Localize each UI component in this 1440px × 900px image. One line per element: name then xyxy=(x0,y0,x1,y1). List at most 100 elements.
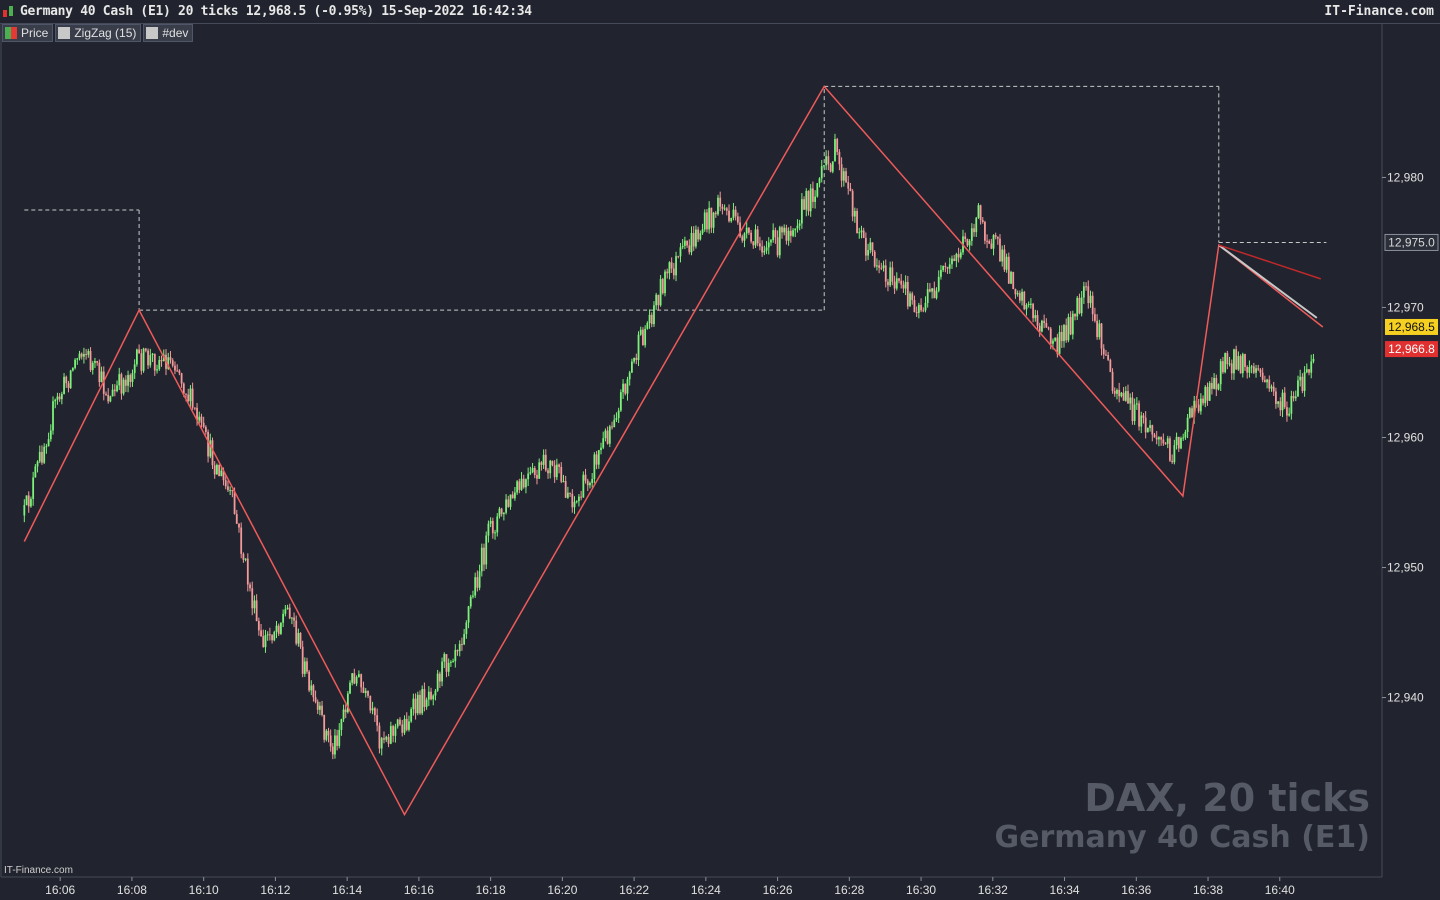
price-bar-body xyxy=(937,276,940,291)
price-bar-body xyxy=(246,558,249,585)
price-bar-body xyxy=(275,625,278,632)
price-swatch-icon xyxy=(5,27,17,39)
price-bar-body xyxy=(74,359,76,368)
price-bar-body xyxy=(362,687,365,694)
price-bar-body xyxy=(438,673,441,682)
price-bar-body xyxy=(1142,415,1145,418)
price-bar-body xyxy=(122,379,125,394)
price-bar-body xyxy=(1248,367,1251,373)
price-bar-body xyxy=(89,350,92,371)
price-bar-body xyxy=(593,454,596,480)
price-bar-body xyxy=(1224,353,1227,373)
price-bar-body xyxy=(551,460,554,466)
price-bar-body xyxy=(1029,303,1032,305)
price-bar-body xyxy=(948,264,951,269)
price-bar-body xyxy=(500,508,503,515)
price-bar-body xyxy=(69,370,72,388)
price-bar-body xyxy=(129,375,132,382)
x-tick-label: 16:10 xyxy=(189,883,219,897)
price-bar-body xyxy=(1290,396,1293,414)
price-bar-body xyxy=(763,250,766,253)
price-bar-body xyxy=(376,715,379,726)
price-bar-body xyxy=(981,220,984,222)
price-bar-body xyxy=(1175,436,1178,446)
price-bar-body xyxy=(1007,256,1010,284)
price-bar-body xyxy=(408,721,410,730)
price-bar-body xyxy=(151,353,154,356)
brand-label[interactable]: IT-Finance.com xyxy=(1324,4,1434,19)
price-bar-body xyxy=(34,466,37,478)
price-bar-body xyxy=(1303,372,1306,391)
price-bar-body xyxy=(1074,313,1076,317)
price-bar-body xyxy=(1058,331,1061,355)
price-bar-body xyxy=(1096,320,1099,338)
legend-item-price[interactable]: Price xyxy=(2,24,54,42)
price-bar-body xyxy=(580,496,583,498)
price-bar-body xyxy=(951,258,953,265)
price-bar-body xyxy=(1131,397,1134,422)
price-bar-body xyxy=(891,267,894,282)
price-bar-body xyxy=(47,439,50,447)
price-bar-body xyxy=(321,705,323,715)
price-chart[interactable]: 12,94012,95012,96012,97012,980 16:06 16:0… xyxy=(0,0,1440,900)
price-bar-body xyxy=(452,661,455,663)
price-bar-body xyxy=(1255,368,1257,373)
price-bar-body xyxy=(911,293,914,301)
price-bar-body xyxy=(860,230,863,233)
price-bar-body xyxy=(836,139,839,152)
price-bar-body xyxy=(1283,392,1286,408)
price-bar-body xyxy=(1109,359,1112,372)
price-bar-body xyxy=(436,673,439,691)
price-bar-body xyxy=(1155,437,1158,440)
price-bar-body xyxy=(1186,417,1189,433)
price-bar-body xyxy=(717,197,719,215)
price-bar-body xyxy=(432,695,435,700)
price-bar-body xyxy=(869,242,872,250)
price-bar-body xyxy=(472,595,474,597)
price-bar-body xyxy=(845,171,847,183)
price-bar-body xyxy=(496,516,499,533)
price-bar-body xyxy=(449,661,452,663)
price-bar-body xyxy=(946,266,949,269)
price-bar-body xyxy=(238,523,240,528)
price-bar-body xyxy=(626,379,629,394)
price-bar-body xyxy=(476,577,479,588)
price-bar-body xyxy=(650,314,653,325)
price-bar-body xyxy=(540,462,543,465)
price-bar-body xyxy=(1107,355,1110,360)
price-bar-body xyxy=(1246,366,1249,373)
legend-item-dev[interactable]: #dev xyxy=(143,24,194,42)
price-bar-body xyxy=(447,662,450,672)
price-bar-body xyxy=(853,210,856,217)
price-bar-body xyxy=(91,362,94,371)
price-bar-body xyxy=(926,289,929,303)
price-bar-body xyxy=(291,617,293,619)
price-bar-body xyxy=(456,650,459,652)
price-bar-body xyxy=(703,212,706,230)
price-bar-body xyxy=(589,482,591,486)
price-bar-body xyxy=(369,695,372,711)
price-bar-body xyxy=(1237,356,1240,370)
price-bar-body xyxy=(944,265,947,267)
price-bar-body xyxy=(906,281,909,307)
price-bar-body xyxy=(646,323,649,329)
price-bar-body xyxy=(60,394,63,400)
legend-item-zigzag[interactable]: ZigZag (15) xyxy=(55,24,142,42)
price-bar-body xyxy=(816,183,819,197)
price-bar-body xyxy=(421,689,424,714)
price-bar-body xyxy=(893,281,896,289)
price-bar-body xyxy=(653,305,655,325)
price-bar-body xyxy=(1191,408,1193,418)
price-bar-body xyxy=(1122,392,1125,401)
price-bar-body xyxy=(301,646,304,674)
price-bar-body xyxy=(600,447,602,451)
price-bar-body xyxy=(721,206,724,209)
price-bar-body xyxy=(1036,315,1039,326)
price-bar-body xyxy=(255,600,258,622)
price-bar-body xyxy=(681,245,684,248)
price-bar-body xyxy=(483,547,485,565)
price-bar-body xyxy=(904,281,907,289)
price-bar-body xyxy=(728,210,730,222)
price-bar-body xyxy=(419,694,421,714)
price-bar-body xyxy=(644,328,647,346)
